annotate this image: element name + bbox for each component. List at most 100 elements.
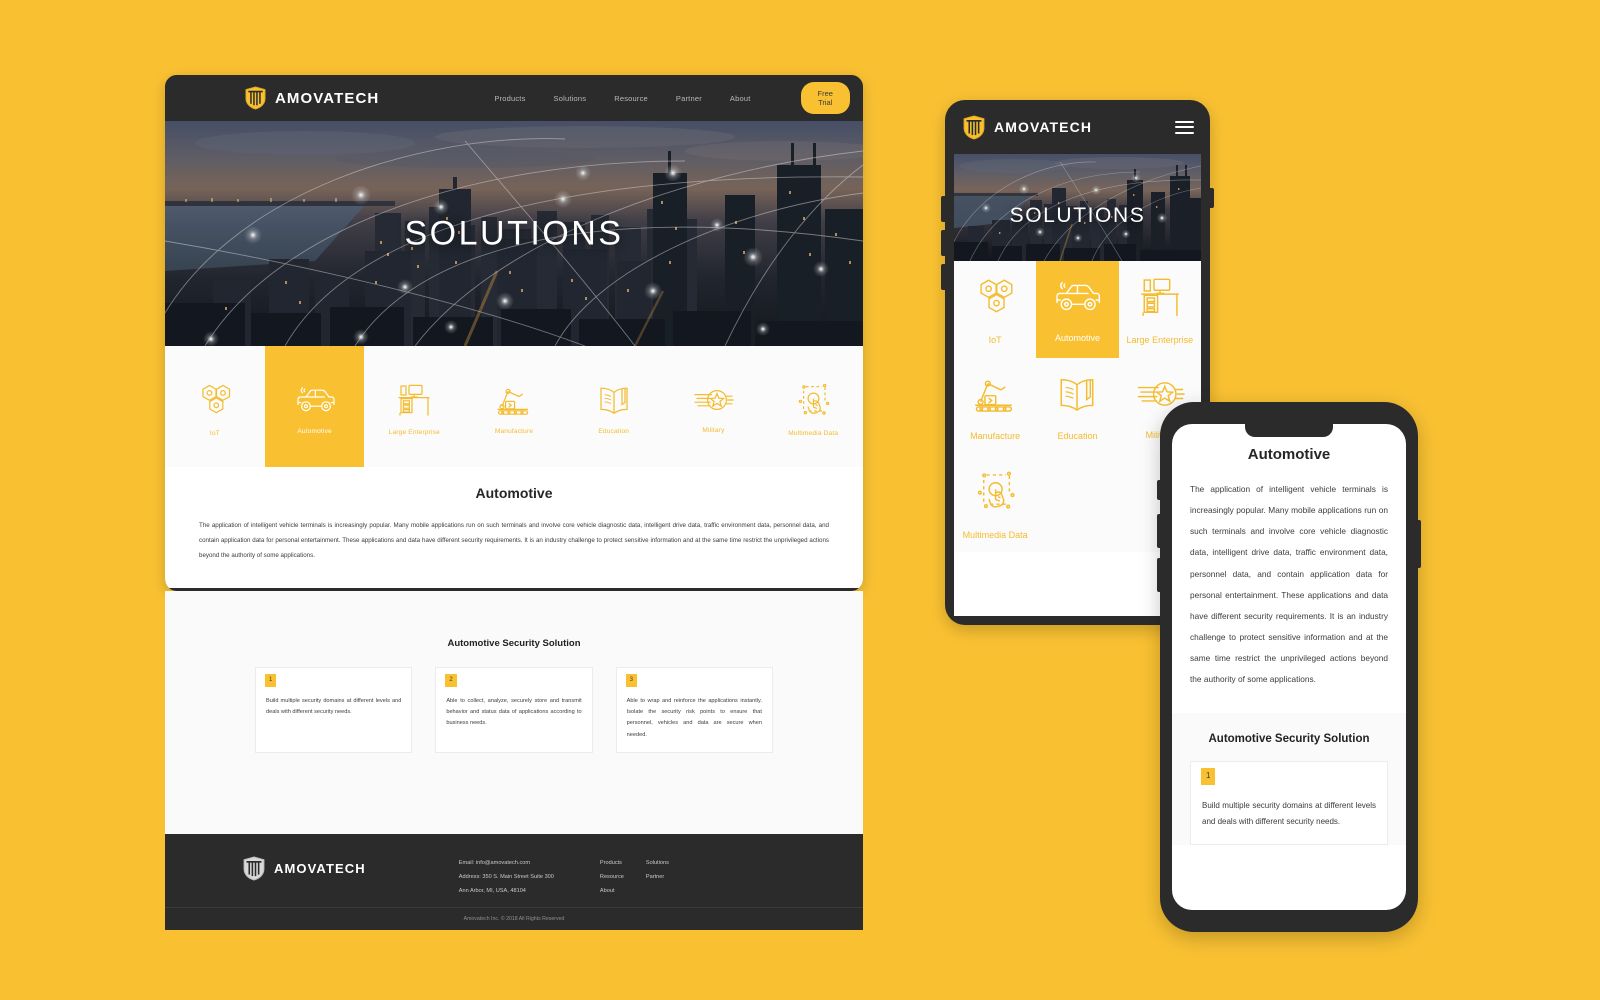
category-tab-education[interactable]: Education [1036, 358, 1118, 455]
car-icon [293, 383, 337, 417]
phone-power-button[interactable] [1418, 520, 1421, 568]
nav-item-solutions[interactable]: Solutions [554, 94, 587, 103]
phone-mute-button[interactable] [1157, 480, 1160, 500]
category-tab-iot[interactable]: IoT [954, 261, 1036, 358]
footer-link-about[interactable]: About [600, 888, 624, 894]
desktop-category-tabs: IoT Automotive Large Enterprise Manufact… [165, 346, 863, 467]
footer-contact: Email: info@amovatech.com Address: 350 S… [459, 856, 554, 894]
solution-number: 2 [445, 674, 457, 687]
desktop-browser-window: AMOVATECH Products Solutions Resource Pa… [165, 75, 863, 591]
article-title: Automotive [1247, 446, 1331, 463]
tablet-volume-up-button[interactable] [941, 196, 945, 222]
solution-number: 3 [625, 674, 637, 687]
robot-arm-icon [494, 383, 534, 417]
shield-icon [245, 86, 266, 110]
desktop-article: Automotive The application of intelligen… [165, 467, 863, 588]
nav-item-resource[interactable]: Resource [614, 94, 648, 103]
category-label: Manufacture [494, 427, 534, 435]
phone-article: Automotive The application of intelligen… [1172, 424, 1406, 691]
category-tab-manufacture[interactable]: Manufacture [954, 358, 1036, 455]
category-tab-multimedia-data[interactable]: Multimedia Data [763, 346, 863, 467]
category-tab-large-enterprise[interactable]: Large Enterprise [364, 346, 464, 467]
article-body: The application of intelligent vehicle t… [199, 522, 829, 560]
category-tab-multimedia-data[interactable]: Multimedia Data [954, 455, 1036, 552]
footer-link-products[interactable]: Products [600, 860, 624, 866]
solution-number: 1 [1201, 767, 1216, 785]
touch-hand-icon [793, 381, 833, 419]
solution-text: Build multiple security domains at diffe… [1202, 800, 1376, 826]
robot-arm-icon [971, 373, 1019, 420]
category-tab-large-enterprise[interactable]: Large Enterprise [1119, 261, 1201, 358]
office-desk-icon [395, 382, 433, 418]
car-icon [1051, 277, 1103, 322]
desktop-hero: SOLUTIONS [165, 121, 863, 346]
solution-text: Able to collect, analyze, securely store… [446, 698, 582, 727]
footer-brand-name: AMOVATECH [274, 861, 366, 876]
solution-card: 1 Build multiple security domains at dif… [1190, 760, 1388, 845]
category-label: Automotive [1054, 332, 1100, 343]
category-label: Automotive [297, 427, 332, 435]
article-title: Automotive [475, 485, 553, 501]
footer-link-resource[interactable]: Resource [600, 874, 624, 880]
category-label: Military [702, 426, 725, 434]
open-book-icon [595, 383, 633, 417]
tablet-mute-button[interactable] [941, 264, 945, 290]
category-tab-automotive[interactable]: Automotive [264, 346, 365, 467]
desktop-solutions-section: Automotive Security Solution 1 Build mul… [165, 591, 863, 834]
tablet-power-button[interactable] [1210, 188, 1214, 208]
solutions-title: Automotive Security Solution [1208, 732, 1370, 745]
tablet-volume-down-button[interactable] [941, 230, 945, 256]
footer-link-solutions[interactable]: Solutions [646, 860, 669, 866]
desktop-mockup: AMOVATECH Products Solutions Resource Pa… [165, 75, 863, 930]
nav-item-partner[interactable]: Partner [676, 94, 702, 103]
category-tab-military[interactable]: Military [664, 346, 764, 467]
phone-volume-down-button[interactable] [1157, 558, 1160, 592]
tablet-brand-name: AMOVATECH [994, 119, 1093, 135]
footer-main: AMOVATECH Email: info@amovatech.com Addr… [165, 834, 863, 907]
desktop-nav: Products Solutions Resource Partner Abou… [494, 94, 750, 103]
office-desk-icon [1137, 275, 1183, 324]
footer-link-partner[interactable]: Partner [646, 874, 669, 880]
category-tab-manufacture[interactable]: Manufacture [464, 346, 564, 467]
nav-item-products[interactable]: Products [494, 94, 525, 103]
phone-mockup: Automotive The application of intelligen… [1157, 402, 1421, 932]
tablet-brand-logo[interactable]: AMOVATECH [963, 115, 1092, 140]
footer-links: Products Resource About Solutions Partne… [600, 856, 669, 894]
phone-screen: Automotive The application of intelligen… [1172, 424, 1406, 910]
nav-item-about[interactable]: About [730, 94, 751, 103]
solutions-card-list: 1 Build multiple security domains at dif… [165, 649, 863, 753]
solution-card: 3 Able to wrap and reinforce the applica… [615, 667, 773, 753]
footer-brand-logo[interactable]: AMOVATECH [243, 856, 366, 881]
tablet-hero-title: SOLUTIONS [1009, 204, 1146, 228]
star-wings-badge-icon [692, 384, 735, 416]
solution-number: 1 [265, 674, 277, 687]
category-label: Multimedia Data [788, 429, 839, 437]
category-tab-education[interactable]: Education [564, 346, 664, 467]
hexagon-network-icon [196, 381, 234, 419]
brand-name: AMOVATECH [275, 89, 380, 107]
category-label: IoT [209, 429, 220, 437]
brand-logo[interactable]: AMOVATECH [245, 86, 379, 110]
footer-address-line2: Ann Arbor, MI, USA, 48104 [458, 888, 526, 894]
hero-title: SOLUTIONS [404, 214, 624, 252]
category-tab-iot[interactable]: IoT [165, 346, 265, 467]
category-label: Multimedia Data [962, 529, 1028, 540]
open-book-icon [1054, 373, 1100, 420]
free-trial-button[interactable]: Free Trial [800, 82, 850, 114]
tablet-hero: SOLUTIONS [954, 154, 1201, 261]
phone-notch [1245, 424, 1333, 437]
phone-volume-up-button[interactable] [1157, 514, 1160, 548]
mockup-stage: AMOVATECH Products Solutions Resource Pa… [0, 0, 1600, 1000]
footer-link-column: Solutions Partner [646, 860, 669, 894]
phone-solutions-section: Automotive Security Solution 1 Build mul… [1172, 712, 1406, 845]
touch-hand-icon [971, 468, 1019, 519]
category-label: Education [1057, 430, 1098, 441]
solutions-title: Automotive Security Solution [447, 638, 581, 649]
category-tab-automotive[interactable]: Automotive [1036, 261, 1119, 358]
shield-icon [963, 115, 985, 140]
footer-email: Email: info@amovatech.com [458, 860, 531, 866]
footer-copyright-bar: Amovatech Inc. © 2018 All Rights Reserve… [165, 907, 863, 930]
solution-text: Build multiple security domains at diffe… [266, 698, 402, 716]
solution-card: 2 Able to collect, analyze, securely sto… [435, 667, 593, 753]
hamburger-menu-icon[interactable] [1175, 120, 1194, 134]
